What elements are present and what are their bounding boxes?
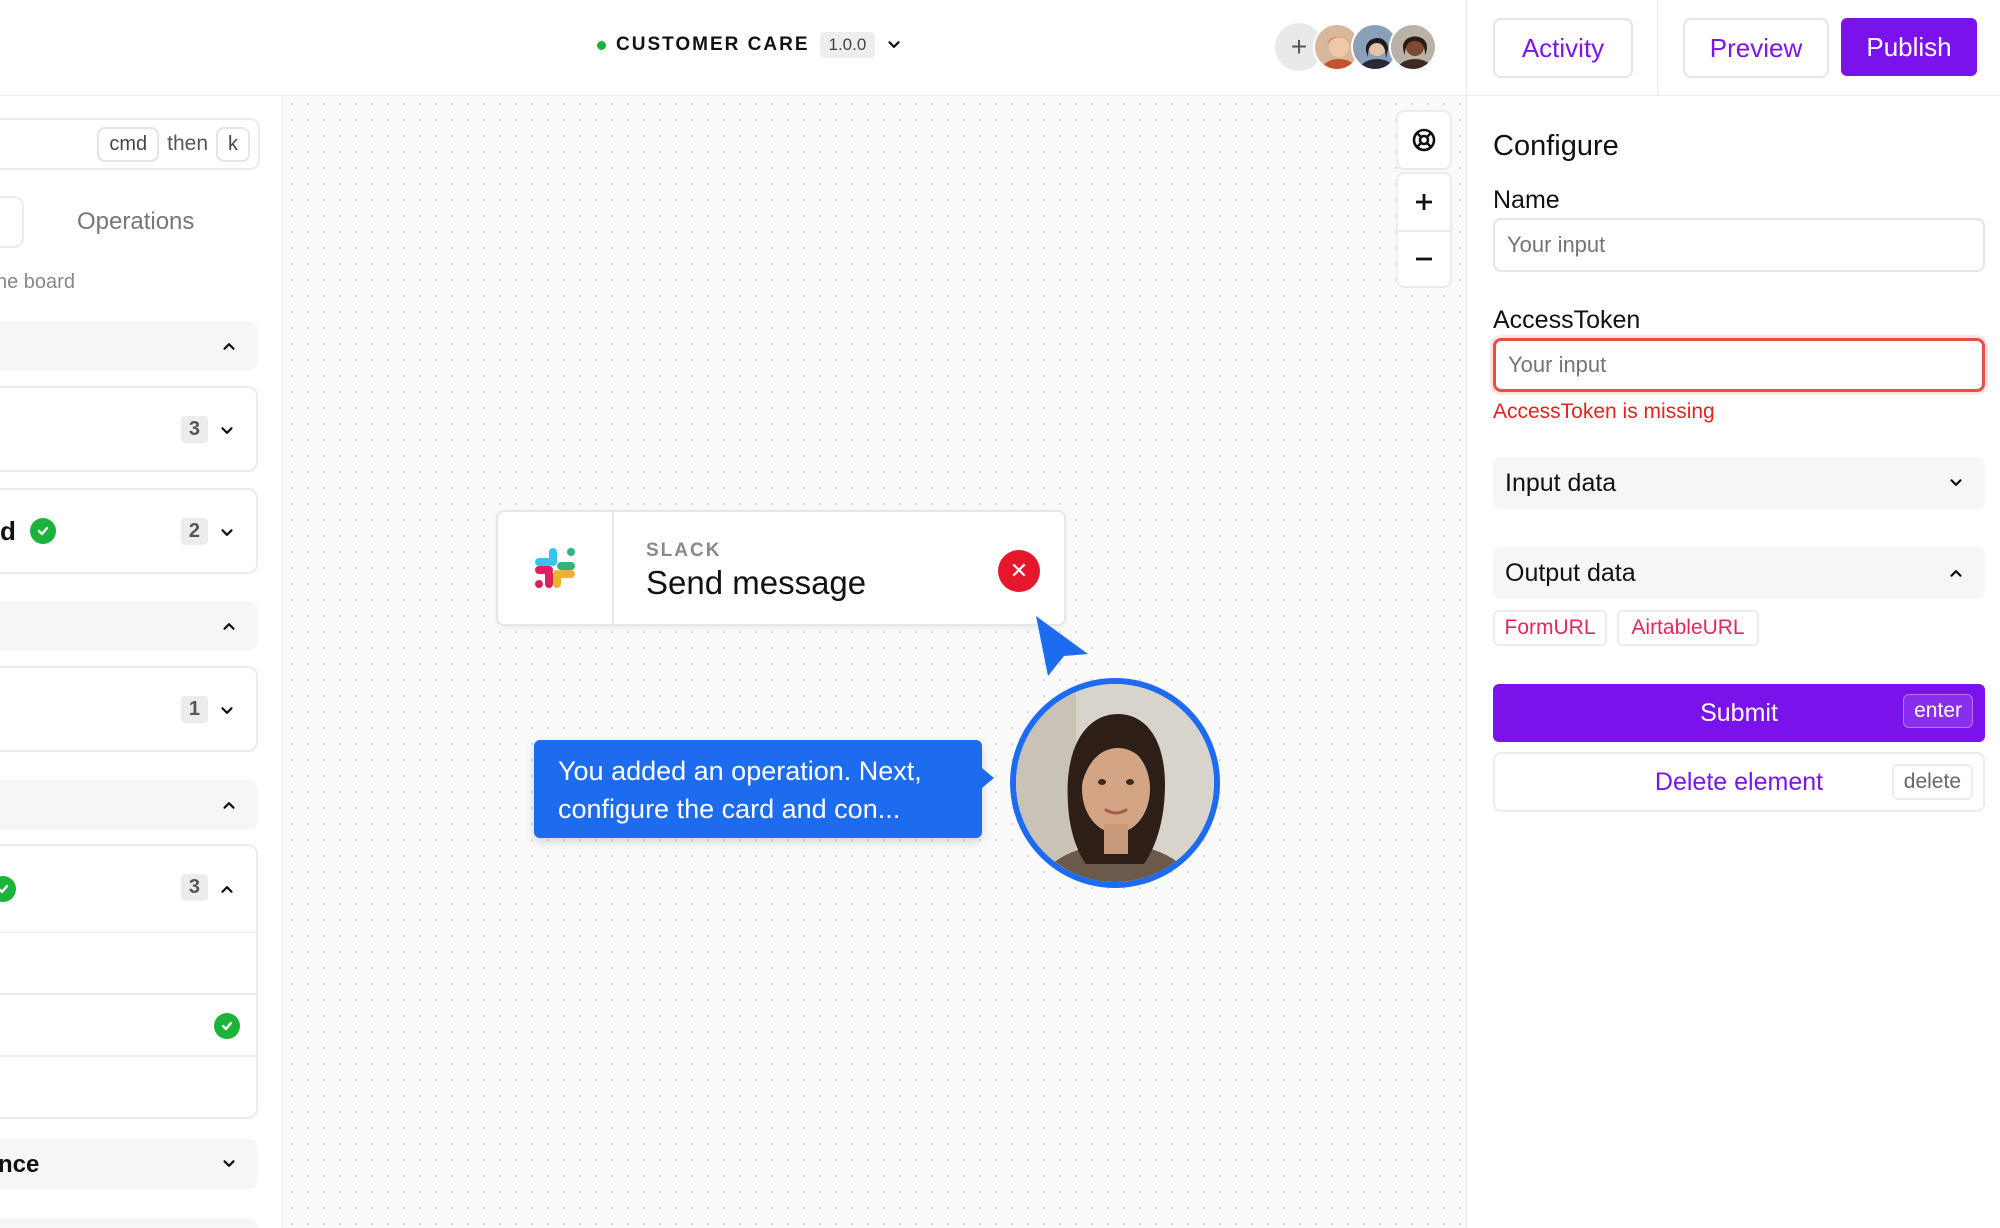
section-header[interactable] [0,601,258,651]
onboarding-tooltip: You added an operation. Next, configure … [534,740,994,838]
search-input[interactable]: cmd then k [0,118,260,170]
version-badge: 1.0.0 [819,32,876,58]
zoom-in-button[interactable] [1398,174,1450,230]
count-badge: 1 [180,696,208,723]
activity-button[interactable]: Activity [1493,18,1633,78]
delete-label: Delete element [1654,767,1824,796]
check-icon [0,876,16,902]
zoom-controls [1396,172,1452,288]
close-icon[interactable]: ✕ [998,550,1040,592]
submit-label: Submit [1700,698,1778,727]
shortcut-key-k: k [216,126,250,162]
sidebar-tabs: Operations [0,196,260,248]
delete-element-button[interactable]: Delete element delete [1493,752,1985,812]
section-label: nce [0,1151,40,1178]
sub-list-item[interactable] [0,995,256,1057]
section-header[interactable] [0,780,258,830]
minus-icon [1416,257,1432,261]
collaborators: + [1275,23,1437,71]
list-item[interactable]: d 2 [0,488,258,574]
chevron-up-icon [221,886,233,893]
check-icon [214,1013,240,1039]
preview-button[interactable]: Preview [1683,18,1829,78]
canvas-controls [1396,110,1452,170]
zoom-out-button[interactable] [1398,230,1450,286]
chevron-down-icon [223,1160,235,1167]
output-chip-airtableurl[interactable]: AirtableURL [1617,610,1759,646]
help-button[interactable] [1398,112,1450,168]
list-item[interactable]: 1 [0,666,258,752]
lifebuoy-icon [1412,128,1436,152]
name-label: Name [1493,186,1560,214]
accordion-label: Output data [1505,559,1636,587]
avatar[interactable] [1389,23,1437,71]
shortcut-key-cmd: cmd [97,126,160,162]
chevron-up-icon [223,623,235,630]
count-badge: 3 [180,874,208,901]
count-badge: 2 [180,518,208,545]
cursor-icon [1036,616,1088,676]
error-message: AccessToken is missing [1493,400,1715,423]
panel-title: Configure [1493,130,1619,162]
output-data-accordion[interactable]: Output data [1493,547,1985,599]
chevron-up-icon [1950,570,1962,577]
section-header[interactable] [0,321,258,371]
list-item-label: d [0,516,16,546]
accordion-label: Input data [1505,469,1617,497]
project-name: CUSTOMER CARE [616,34,810,55]
shortcut-then: then [167,132,208,155]
video-avatar[interactable] [1010,678,1220,888]
top-bar: CUSTOMER CARE 1.0.0 + [0,0,1466,96]
chevron-down-icon [221,529,233,536]
list-item[interactable]: 3 [0,844,258,934]
slack-icon [498,512,614,624]
chevron-down-icon [1950,479,1962,486]
sub-list-item[interactable] [0,933,256,995]
output-chip-formurl[interactable]: FormURL [1493,610,1607,646]
chevron-down-icon [221,427,233,434]
chevron-up-icon [223,343,235,350]
chevron-up-icon [223,802,235,809]
submit-button[interactable]: Submit enter [1493,684,1985,742]
name-field[interactable] [1493,218,1985,272]
delete-shortcut: delete [1891,764,1973,800]
panel-toolbar: Activity Preview Publish [1467,0,2000,96]
sidebar-hint: ne board [0,271,75,293]
token-label: AccessToken [1493,306,1641,334]
flow-canvas[interactable] [284,96,1466,1228]
divider [1657,0,1658,96]
access-token-field[interactable] [1493,338,1985,392]
chevron-down-icon [221,707,233,714]
list-item[interactable]: 3 [0,386,258,472]
left-sidebar: cmd then k Operations ne board 3 d 2 1 3 [0,96,283,1228]
tab-active[interactable] [0,196,24,248]
operation-node[interactable]: SLACK Send message ✕ [496,510,1066,626]
project-selector[interactable]: CUSTOMER CARE 1.0.0 [597,30,903,60]
submit-shortcut: enter [1903,694,1973,728]
section-header[interactable] [0,1218,258,1228]
publish-button[interactable]: Publish [1841,18,1977,76]
check-icon [30,518,56,544]
section-header[interactable]: nce [0,1139,258,1189]
plus-icon [1416,194,1432,210]
node-category: SLACK [646,540,722,561]
count-badge: 3 [180,416,208,443]
config-panel: Activity Preview Publish Configure Name … [1466,0,2000,1228]
sub-list-item[interactable] [0,1057,256,1119]
status-dot [597,40,606,50]
sub-list [0,933,258,1119]
input-data-accordion[interactable]: Input data [1493,457,1985,509]
tab-operations[interactable]: Operations [77,208,194,236]
chevron-down-icon[interactable] [885,36,903,54]
node-title: Send message [646,564,867,601]
